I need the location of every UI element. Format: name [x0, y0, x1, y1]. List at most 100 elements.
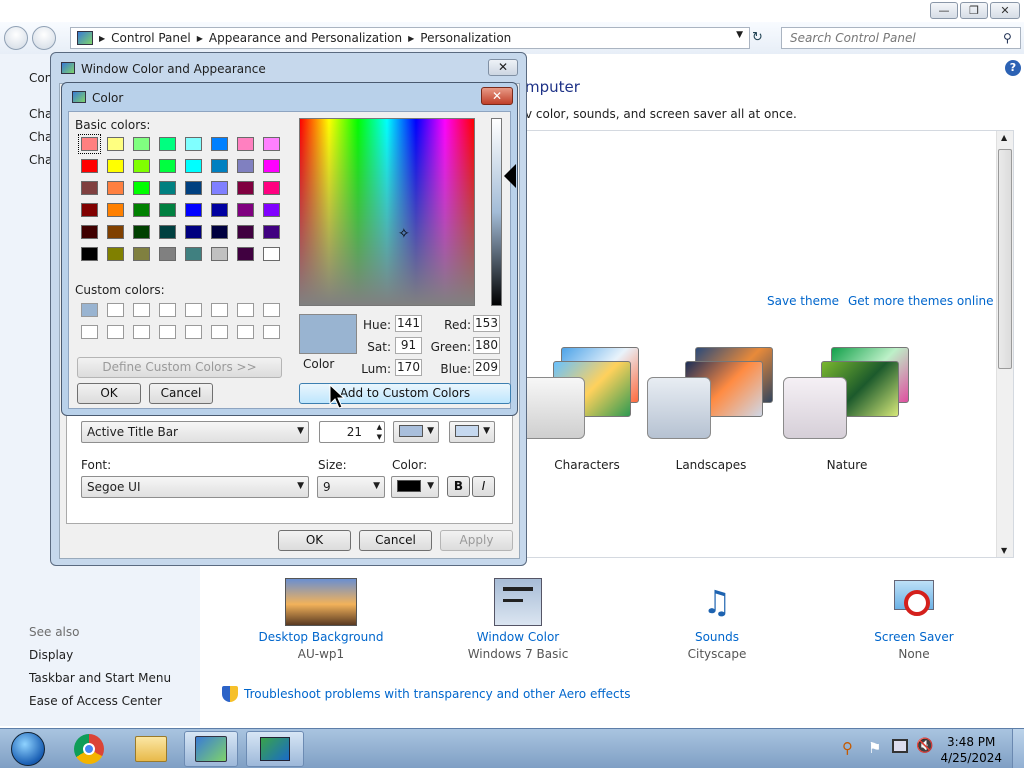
themes-scrollbar[interactable]: ▲ ▼: [996, 131, 1013, 557]
search-input[interactable]: Search Control Panel: [781, 27, 1021, 49]
color-cancel-button[interactable]: Cancel: [149, 383, 213, 404]
basic-color-swatch[interactable]: [159, 247, 176, 261]
basic-color-swatch[interactable]: [81, 159, 98, 173]
italic-button[interactable]: I: [472, 476, 495, 497]
search-tray-icon[interactable]: ⚲: [842, 739, 853, 757]
taskbar-explorer[interactable]: [124, 731, 178, 767]
basic-color-swatch[interactable]: [237, 137, 254, 151]
bold-button[interactable]: B: [447, 476, 470, 497]
address-dropdown-icon[interactable]: ▼: [736, 30, 743, 40]
custom-color-swatch[interactable]: [263, 325, 280, 339]
basic-color-swatch[interactable]: [133, 247, 150, 261]
item-title[interactable]: Sounds: [647, 630, 787, 644]
color-spectrum[interactable]: ✧: [299, 118, 475, 306]
themes-list[interactable]: ▲ ▼ Save theme Get more themes online Ch…: [510, 130, 1014, 558]
basic-color-swatch[interactable]: [185, 137, 202, 151]
sounds-item[interactable]: ♫ Sounds Cityscape: [647, 578, 787, 661]
basic-color-swatch[interactable]: [81, 225, 98, 239]
sat-input[interactable]: 91: [395, 337, 422, 354]
network-icon[interactable]: [892, 739, 908, 753]
basic-color-swatch[interactable]: [159, 159, 176, 173]
item-title[interactable]: Desktop Background: [251, 630, 391, 644]
custom-color-swatch[interactable]: [185, 303, 202, 317]
basic-color-swatch[interactable]: [107, 225, 124, 239]
custom-color-swatch[interactable]: [211, 303, 228, 317]
basic-color-swatch[interactable]: [211, 159, 228, 173]
ease-of-access-link[interactable]: Ease of Access Center: [29, 694, 162, 708]
basic-color-swatch[interactable]: [185, 159, 202, 173]
hue-input[interactable]: 141: [395, 315, 422, 332]
breadcrumb-appearance[interactable]: Appearance and Personalization: [209, 31, 402, 45]
clock[interactable]: 3:48 PM 4/25/2024: [940, 734, 1002, 766]
left-link-1[interactable]: Con: [29, 71, 52, 85]
basic-color-swatch[interactable]: [185, 225, 202, 239]
custom-color-swatch[interactable]: [81, 325, 98, 339]
item-size-spinner[interactable]: 21 ▲ ▼: [319, 421, 385, 443]
red-input[interactable]: 153: [473, 315, 500, 332]
basic-color-swatch[interactable]: [237, 181, 254, 195]
close-dialog-button[interactable]: ✕: [488, 59, 518, 76]
custom-color-swatch[interactable]: [263, 303, 280, 317]
scroll-down-icon[interactable]: ▼: [1001, 546, 1007, 555]
scrollbar-thumb[interactable]: [998, 149, 1012, 369]
basic-color-swatch[interactable]: [185, 247, 202, 261]
basic-color-swatch[interactable]: [159, 137, 176, 151]
custom-color-swatch[interactable]: [211, 325, 228, 339]
taskbar-personalization[interactable]: [246, 731, 304, 767]
basic-color-swatch[interactable]: [185, 203, 202, 217]
volume-muted-icon[interactable]: 🔇: [916, 738, 933, 754]
address-bar[interactable]: ▶ Control Panel ▶ Appearance and Persona…: [70, 27, 750, 49]
refresh-icon[interactable]: ↻: [752, 30, 763, 45]
basic-color-swatch[interactable]: [133, 159, 150, 173]
forward-button[interactable]: [32, 26, 56, 50]
help-icon[interactable]: ?: [1005, 60, 1021, 76]
close-color-dialog-button[interactable]: ✕: [481, 87, 513, 105]
taskbar-chrome[interactable]: [62, 731, 116, 767]
basic-color-swatch[interactable]: [237, 225, 254, 239]
custom-color-swatch[interactable]: [81, 303, 98, 317]
theme-nature[interactable]: Nature: [777, 343, 917, 472]
basic-color-swatch[interactable]: [263, 247, 280, 261]
minimize-button[interactable]: —: [930, 2, 958, 19]
maximize-button[interactable]: ❐: [960, 2, 988, 19]
breadcrumb-personalization[interactable]: Personalization: [420, 31, 511, 45]
desktop-background-item[interactable]: Desktop Background AU-wp1: [251, 578, 391, 661]
basic-color-swatch[interactable]: [263, 225, 280, 239]
show-desktop-button[interactable]: [1012, 729, 1024, 768]
lum-input[interactable]: 170: [395, 359, 422, 376]
define-custom-colors-button[interactable]: Define Custom Colors >>: [77, 357, 282, 378]
item-title[interactable]: Screen Saver: [844, 630, 984, 644]
blue-input[interactable]: 209: [473, 359, 500, 376]
luminosity-bar[interactable]: [491, 118, 502, 306]
start-button[interactable]: [2, 731, 54, 767]
custom-color-swatch[interactable]: [107, 325, 124, 339]
taskbar-start-menu-link[interactable]: Taskbar and Start Menu: [29, 671, 171, 685]
basic-color-swatch[interactable]: [263, 203, 280, 217]
basic-color-swatch[interactable]: [211, 247, 228, 261]
item-title[interactable]: Window Color: [448, 630, 588, 644]
basic-color-swatch[interactable]: [237, 247, 254, 261]
search-icon[interactable]: ⚲: [1003, 31, 1012, 45]
basic-color-swatch[interactable]: [107, 181, 124, 195]
breadcrumb-arrow-icon[interactable]: ▶: [197, 34, 203, 43]
left-link-3[interactable]: Cha: [29, 130, 52, 144]
basic-color-swatch[interactable]: [133, 203, 150, 217]
basic-color-swatch[interactable]: [237, 203, 254, 217]
basic-color-swatch[interactable]: [237, 159, 254, 173]
basic-color-swatch[interactable]: [107, 137, 124, 151]
item-color2-picker[interactable]: ▼: [449, 421, 495, 443]
basic-color-swatch[interactable]: [263, 159, 280, 173]
basic-color-swatch[interactable]: [211, 203, 228, 217]
basic-color-swatch[interactable]: [185, 181, 202, 195]
font-select[interactable]: Segoe UI ▼: [81, 476, 309, 498]
basic-color-swatch[interactable]: [159, 225, 176, 239]
breadcrumb-arrow-icon[interactable]: ▶: [408, 34, 414, 43]
basic-color-swatch[interactable]: [263, 181, 280, 195]
custom-color-swatch[interactable]: [237, 303, 254, 317]
item-select[interactable]: Active Title Bar ▼: [81, 421, 309, 443]
theme-landscapes[interactable]: Landscapes: [641, 343, 781, 472]
save-theme-link[interactable]: Save theme: [767, 294, 839, 308]
custom-color-swatch[interactable]: [107, 303, 124, 317]
green-input[interactable]: 180: [473, 337, 500, 354]
basic-color-swatch[interactable]: [133, 181, 150, 195]
